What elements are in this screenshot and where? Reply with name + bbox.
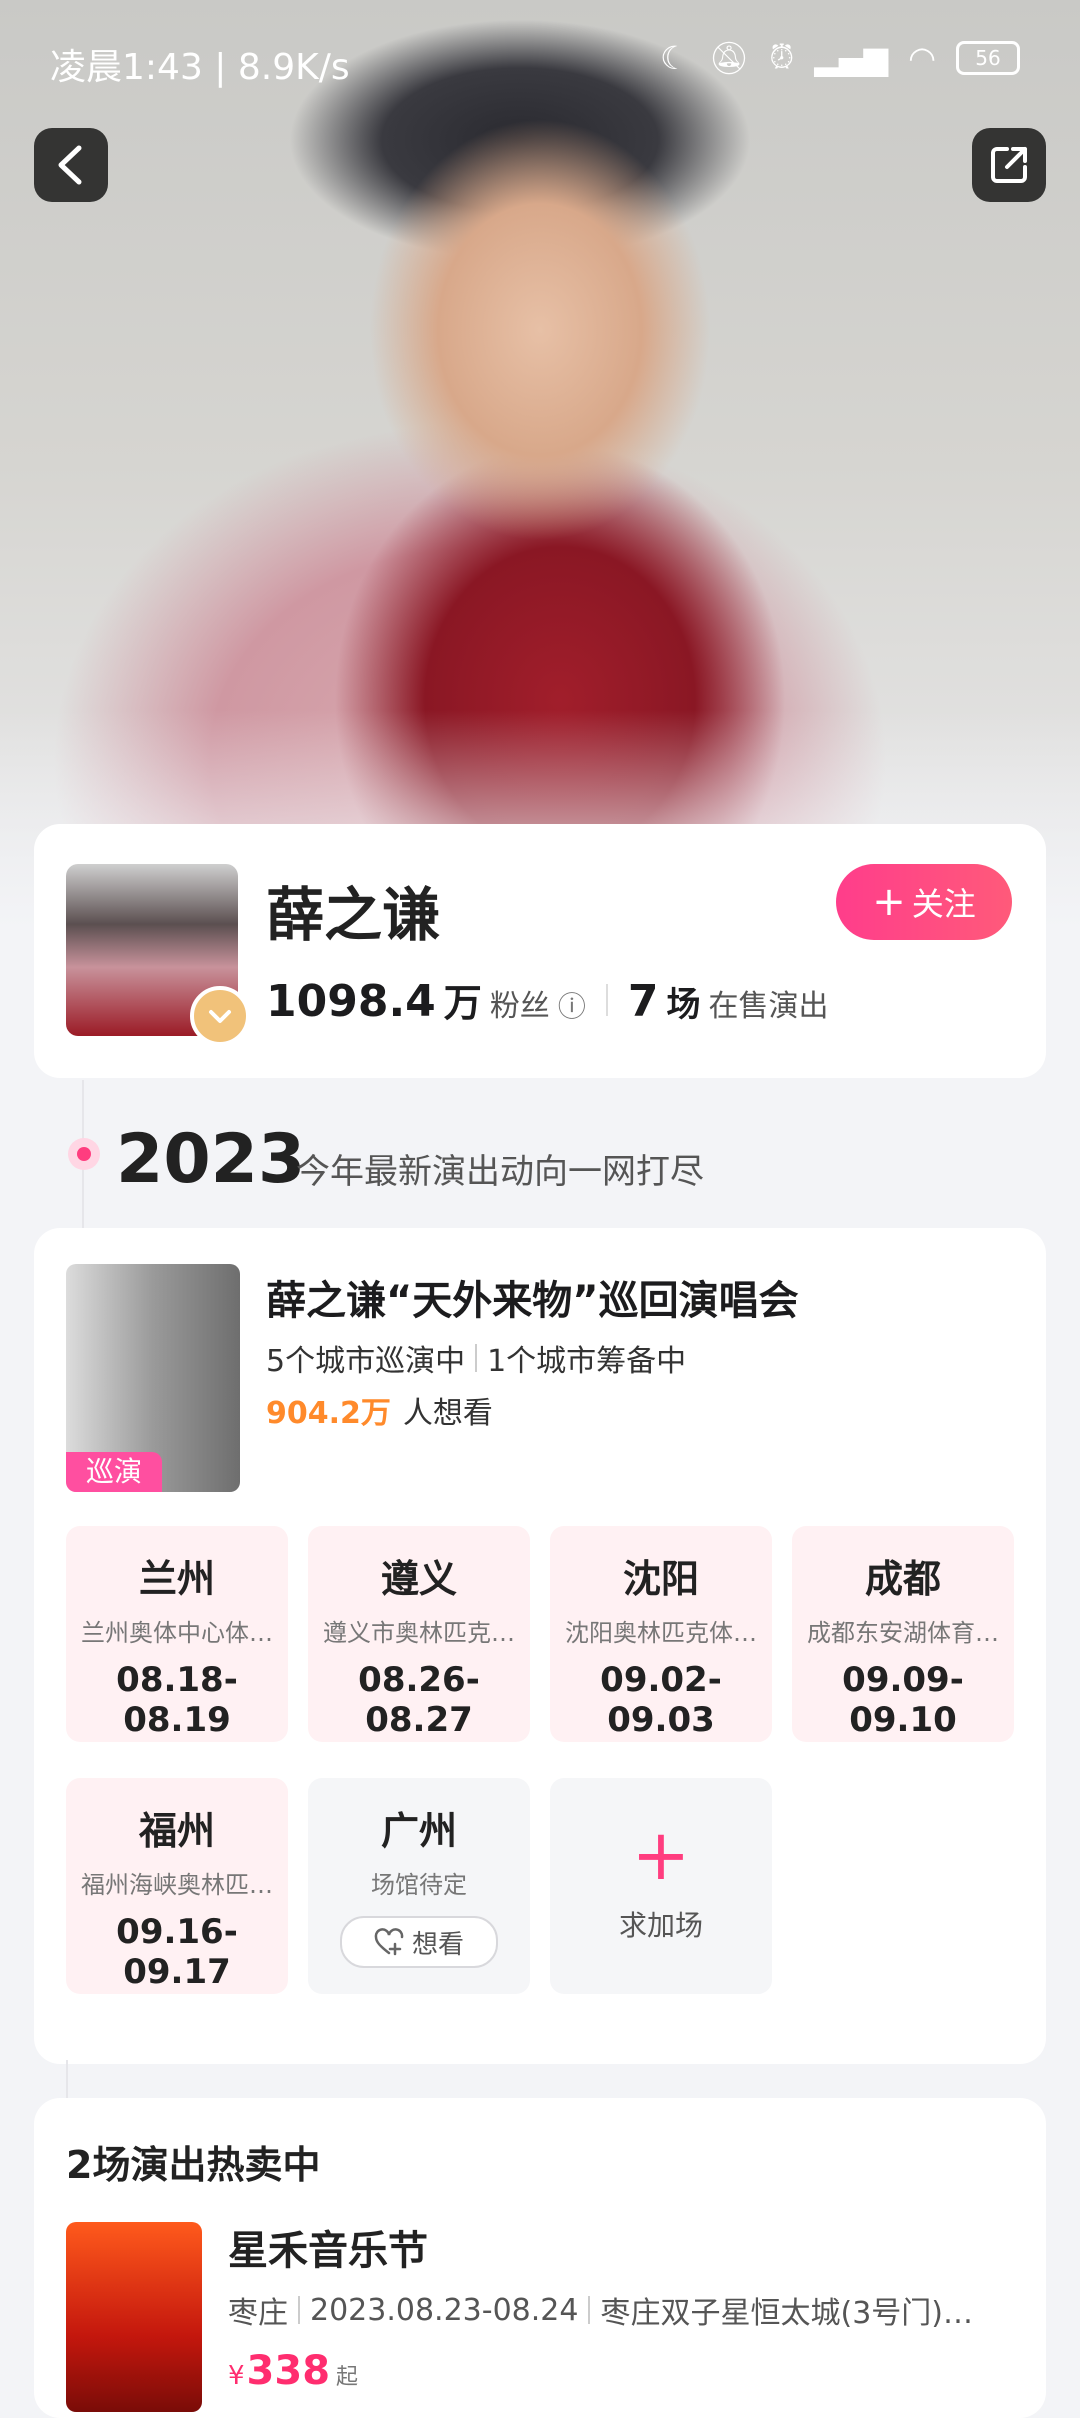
city-name: 兰州 [138,1557,215,1601]
tour-title[interactable]: 薛之谦“天外来物”巡回演唱会 [266,1268,799,1326]
artist-name: 薛之谦 [266,881,441,949]
shows-count: 7 [627,976,659,1027]
city-name: 沈阳 [622,1557,699,1601]
info-icon[interactable]: ⓘ [558,985,586,1025]
wifi-icon: ◠ [908,38,936,77]
back-button[interactable] [34,128,108,202]
show-name[interactable]: 星禾音乐节 [228,2218,428,2276]
divider [588,2296,591,2324]
request-show-button[interactable]: + 求加场 [550,1778,772,1994]
want-to-see-button[interactable]: 想看 [340,1916,498,1968]
artist-info-card: 薛之谦 + 关注 1098.4 万 粉丝 ⓘ 7 场 在售演出 [34,824,1046,1078]
city-name: 遵义 [380,1557,457,1601]
tour-want-count: 904.2万 人想看 [266,1388,493,1432]
price-value: 338 [246,2348,331,2394]
tour-tag: 巡演 [66,1452,162,1492]
city-date: 09.09-09.10 [842,1660,964,1740]
city-card-fuzhou[interactable]: 福州 福州海峡奥林匹… 09.16-09.17 [66,1778,288,1994]
heart-plus-icon [374,1928,404,1956]
signal-icon: ▂▄▆ [814,38,889,77]
fans-label: 粉丝 [489,989,550,1024]
artist-stats: 1098.4 万 粉丝 ⓘ 7 场 在售演出 [266,972,828,1027]
follow-label: 关注 [911,885,976,923]
divider [605,983,608,1016]
city-card-chengdu[interactable]: 成都 成都东安湖体育… 09.09-09.10 [792,1526,1014,1742]
divider [475,1344,478,1372]
share-button[interactable] [972,128,1046,202]
show-date: 2023.08.23-08.24 [310,2292,579,2328]
artist-hero-image [0,0,1080,930]
chevron-left-icon [58,145,82,185]
status-time: 凌晨1:43 | 8.9K/s [50,47,350,88]
city-venue: 遵义市奥林匹克… [323,1619,515,1647]
fans-count: 1098.4 [266,976,436,1027]
alarm-icon: ⏰︎ [769,38,795,76]
follow-button[interactable]: + 关注 [836,864,1012,940]
city-card-shenyang[interactable]: 沈阳 沈阳奥林匹克体… 09.02-09.03 [550,1526,772,1742]
city-card-zunyi[interactable]: 遵义 遵义市奥林匹克… 08.26-08.27 [308,1526,530,1742]
request-show-label: 求加场 [618,1909,703,1942]
cities-touring: 5个城市巡演中 [266,1344,466,1379]
plus-icon: + [872,879,906,925]
tour-card[interactable]: 巡演 薛之谦“天外来物”巡回演唱会 5个城市巡演中 1个城市筹备中 904.2万… [34,1228,1046,2064]
city-date: 09.02-09.03 [600,1660,722,1740]
tour-city-summary: 5个城市巡演中 1个城市筹备中 [266,1336,686,1380]
timeline-line [66,2060,68,2100]
city-venue: 场馆待定 [371,1871,467,1899]
hot-shows-title: 2场演出热卖中 [66,2143,321,2187]
divider [298,2296,300,2324]
city-name: 成都 [864,1557,941,1601]
want-label: 人想看 [402,1396,493,1431]
year-subtitle: 今年最新演出动向一网打尽 [296,1152,704,1192]
plus-icon: + [631,1814,691,1896]
show-city: 枣庄 [228,2296,288,2331]
want-count: 904.2万 [266,1396,391,1431]
price-suffix: 起 [336,2365,359,2390]
shows-label: 在售演出 [708,989,829,1024]
battery-icon: 56 [956,40,1020,75]
city-card-lanzhou[interactable]: 兰州 兰州奥体中心体… 08.18-08.19 [66,1526,288,1742]
verified-badge-icon [190,986,250,1046]
show-venue: 枣庄双子星恒太城(3号门)… [600,2296,973,2331]
city-name: 广州 [380,1809,457,1853]
share-icon [991,147,1027,183]
city-venue: 兰州奥体中心体… [81,1619,273,1647]
city-date: 08.26-08.27 [358,1660,480,1740]
city-venue: 沈阳奥林匹克体… [565,1619,757,1647]
want-to-see-label: 想看 [411,1929,464,1960]
hot-shows-card: 2场演出热卖中 星禾音乐节 枣庄 2023.08.23-08.24 枣庄双子星恒… [34,2098,1046,2418]
bell-muted-icon: 🔕︎ [708,38,750,77]
tour-poster[interactable]: 巡演 [66,1264,240,1492]
status-bar: 凌晨1:43 | 8.9K/s ☾ 🔕︎ ⏰︎ ▂▄▆ ◠ 56 [0,0,1080,120]
year-heading: 2023 [116,1120,306,1199]
city-name: 福州 [138,1809,215,1853]
city-venue: 成都东安湖体育… [807,1619,999,1647]
cities-preparing: 1个城市筹备中 [487,1344,687,1379]
show-price: ¥ 338 起 [228,2348,358,2394]
timeline-dot-icon [68,1138,100,1170]
city-date: 09.16-09.17 [116,1912,238,1992]
moon-icon: ☾ [659,38,689,77]
show-poster[interactable] [66,2222,202,2412]
price-currency: ¥ [228,2361,245,2391]
status-icons: ☾ 🔕︎ ⏰︎ ▂▄▆ ◠ 56 [660,38,1020,77]
show-meta: 枣庄 2023.08.23-08.24 枣庄双子星恒太城(3号门)… [228,2288,1028,2332]
shows-unit: 场 [666,985,701,1025]
city-card-guangzhou[interactable]: 广州 场馆待定 想看 [308,1778,530,1994]
city-date: 08.18-08.19 [116,1660,238,1740]
city-venue: 福州海峡奥林匹… [81,1871,273,1899]
fans-unit: 万 [443,981,482,1025]
